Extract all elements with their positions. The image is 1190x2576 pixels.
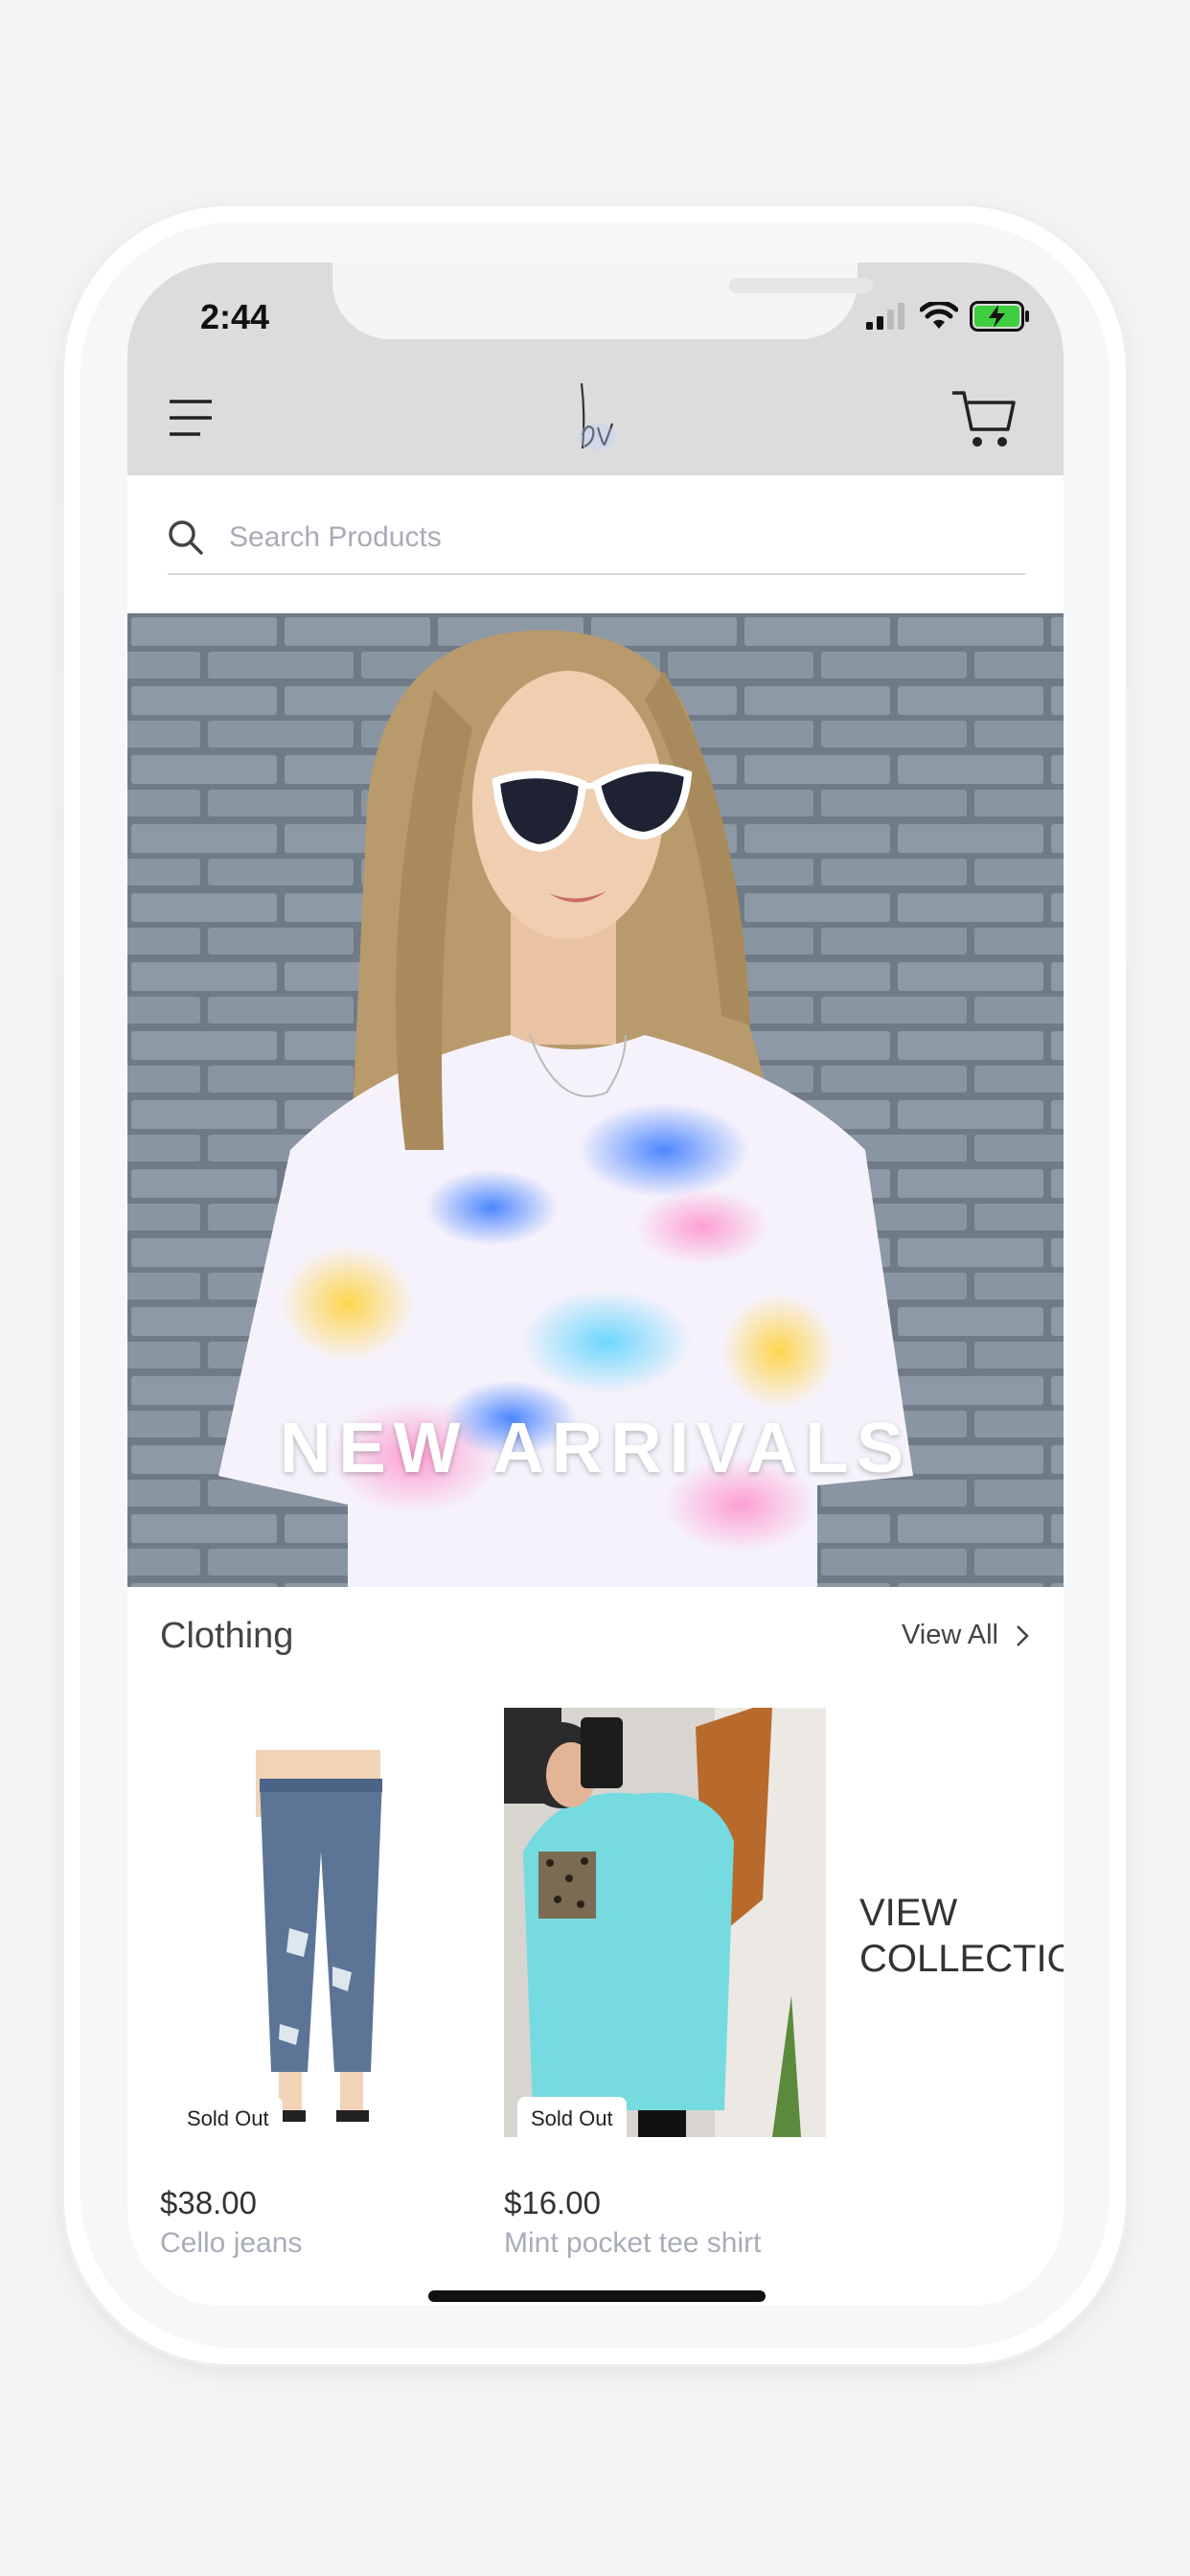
search-bar[interactable]	[168, 502, 1025, 575]
jeans-image	[160, 1708, 482, 2137]
hero-banner[interactable]: NEW ARRIVALS	[127, 613, 1064, 1587]
product-name: Cello jeans	[160, 2227, 303, 2259]
hero-title: NEW ARRIVALS	[279, 1408, 912, 1487]
search-icon	[169, 520, 203, 555]
search-input[interactable]	[227, 520, 978, 555]
shopping-cart-icon[interactable]	[950, 387, 1018, 450]
product-price: $16.00	[504, 2185, 601, 2220]
section-header: Clothing View All	[127, 1587, 1064, 1679]
volume-down-button	[56, 843, 63, 978]
product-carousel[interactable]: Sold Out $38.00 Cello jeans Sold Out $16…	[127, 1708, 1064, 2306]
view-all-label: View All	[901, 1620, 998, 1650]
view-collection-line1: VIEW	[859, 1892, 958, 1934]
mint-tee-image	[504, 1708, 826, 2137]
view-all-link[interactable]: View All	[902, 1620, 1029, 1651]
power-button	[1127, 688, 1134, 966]
product-card[interactable]: Sold Out $38.00 Cello jeans	[160, 1708, 482, 2260]
signal-icon	[866, 303, 904, 330]
battery-charging-icon	[970, 301, 1029, 332]
chevron-right-icon	[1017, 1624, 1029, 1646]
product-price: $38.00	[160, 2185, 257, 2220]
volume-up-button	[56, 671, 63, 805]
speaker-grille	[729, 278, 873, 293]
app-header	[127, 339, 1064, 475]
sold-out-badge: Sold Out	[517, 2097, 627, 2137]
wifi-icon	[920, 302, 958, 329]
view-collection-link[interactable]: VIEW COLLECTION	[859, 1890, 1064, 1982]
product-card[interactable]: Sold Out $16.00 Mint pocket tee shirt	[504, 1708, 826, 2260]
sold-out-badge: Sold Out	[173, 2097, 283, 2137]
status-time: 2:44	[200, 297, 270, 336]
app-screen: 2:44 Search Products NEW ARRIVALS Clothi…	[127, 263, 1064, 2306]
product-name: Mint pocket tee shirt	[504, 2227, 762, 2259]
notch	[332, 263, 873, 339]
view-collection-line2: COLLECTION	[859, 1938, 1064, 1980]
mute-switch	[56, 508, 63, 594]
product-image[interactable]: Sold Out	[160, 1708, 482, 2137]
brand-logo[interactable]	[568, 378, 626, 454]
hamburger-menu-icon[interactable]	[168, 399, 214, 437]
status-icons	[866, 301, 1031, 332]
product-image[interactable]: Sold Out	[504, 1708, 826, 2137]
home-indicator[interactable]	[428, 2290, 766, 2302]
section-title: Clothing	[160, 1616, 294, 1656]
